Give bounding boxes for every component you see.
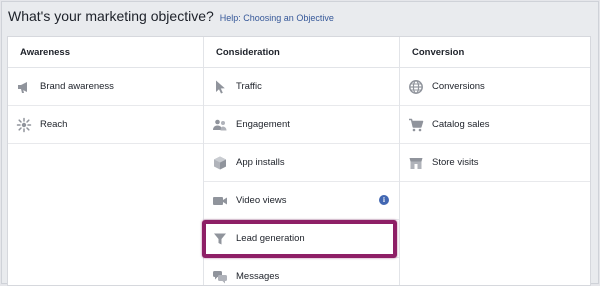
reach-icon <box>16 117 32 133</box>
column-awareness: Awareness Brand awareness Reach <box>8 37 204 285</box>
column-conversion: Conversion Conversions Catalog sales Sto… <box>400 37 590 285</box>
help-link[interactable]: Help: Choosing an Objective <box>220 13 334 23</box>
column-header-conversion: Conversion <box>400 37 590 68</box>
objective-traffic[interactable]: Traffic <box>204 68 399 106</box>
column-header-consideration: Consideration <box>204 37 399 68</box>
objective-label: Store visits <box>432 157 479 168</box>
objective-label: Traffic <box>236 81 262 92</box>
megaphone-icon <box>16 79 32 95</box>
objective-engagement[interactable]: Engagement <box>204 106 399 144</box>
lead-generation-highlight <box>202 220 397 258</box>
cursor-icon <box>212 79 228 95</box>
chat-bubbles-icon <box>212 269 228 285</box>
box-icon <box>212 155 228 171</box>
objective-catalog-sales[interactable]: Catalog sales <box>400 106 590 144</box>
shopping-cart-icon <box>408 117 424 133</box>
info-icon[interactable]: i <box>379 195 389 205</box>
objective-label: Catalog sales <box>432 119 490 130</box>
people-icon <box>212 117 228 133</box>
objective-reach[interactable]: Reach <box>8 106 203 144</box>
objective-brand-awareness[interactable]: Brand awareness <box>8 68 203 106</box>
objective-video-views[interactable]: Video views i <box>204 182 399 220</box>
objective-label: Engagement <box>236 119 290 130</box>
store-icon <box>408 155 424 171</box>
column-header-awareness: Awareness <box>8 37 203 68</box>
objective-label: Reach <box>40 119 68 130</box>
objective-label: Conversions <box>432 81 485 92</box>
objective-label: Brand awareness <box>40 81 114 92</box>
page-title: What's your marketing objective? <box>8 8 214 24</box>
video-camera-icon <box>212 193 228 209</box>
objective-store-visits[interactable]: Store visits <box>400 144 590 182</box>
objective-messages[interactable]: Messages <box>204 258 399 285</box>
objective-label: Messages <box>236 271 280 282</box>
objective-app-installs[interactable]: App installs <box>204 144 399 182</box>
objective-label: Video views <box>236 195 287 206</box>
globe-icon <box>408 79 424 95</box>
objective-label: App installs <box>236 157 285 168</box>
objective-conversions[interactable]: Conversions <box>400 68 590 106</box>
objective-header: What's your marketing objective? Help: C… <box>8 8 334 24</box>
